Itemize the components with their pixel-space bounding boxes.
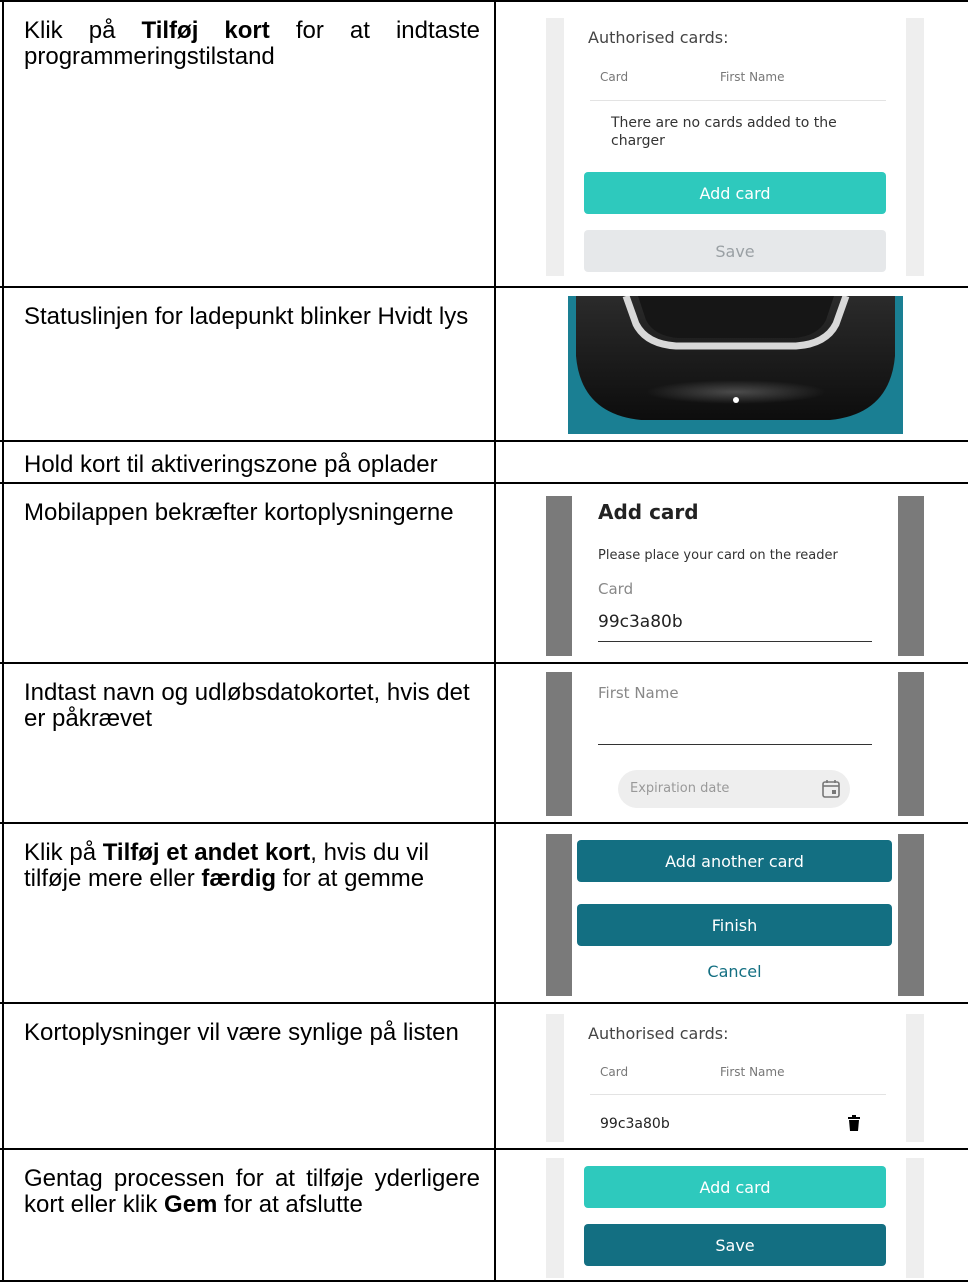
trash-icon[interactable] xyxy=(848,1115,860,1136)
cancel-button[interactable]: Cancel xyxy=(577,962,892,981)
dialog-instruction: Please place your card on the reader xyxy=(598,548,838,563)
divider xyxy=(590,100,886,101)
authorised-cards-heading: Authorised cards: xyxy=(588,28,729,47)
expiration-date-placeholder: Expiration date xyxy=(630,781,730,796)
table-row: Klik på Tilføj et andet kort, hvis du vi… xyxy=(0,822,968,1002)
empty-message: There are no cards added to the charger xyxy=(611,115,837,149)
table-row: Klik på Tilføj kort for at indtaste prog… xyxy=(0,0,968,286)
expiration-date-field[interactable]: Expiration date xyxy=(618,770,850,808)
column-card: Card xyxy=(600,1065,629,1079)
column-first-name: First Name xyxy=(720,1065,785,1079)
table-row: Indtast navn og udløbsdatokortet, hvis d… xyxy=(0,662,968,822)
table-row: Statuslinjen for ladepunkt blinker Hvidt… xyxy=(0,286,968,440)
divider xyxy=(590,1094,886,1095)
column-card: Card xyxy=(600,70,629,84)
finish-button[interactable]: Finish xyxy=(577,904,892,946)
step-text: Kortoplysninger vil være synlige på list… xyxy=(24,1019,459,1046)
card-field-value[interactable]: 99c3a80b xyxy=(598,612,683,632)
first-name-field[interactable]: First Name xyxy=(598,684,679,702)
step-text: Mobilappen bekræfter kortoplysningerne xyxy=(24,499,454,526)
save-button[interactable]: Save xyxy=(584,1224,886,1266)
instruction-table: Klik på Tilføj kort for at indtaste prog… xyxy=(0,0,968,1282)
authorised-cards-heading: Authorised cards: xyxy=(588,1024,729,1043)
table-row: Kortoplysninger vil være synlige på list… xyxy=(0,1002,968,1148)
save-button[interactable]: Save xyxy=(584,230,886,272)
step-text: Klik på Tilføj et andet kort, hvis du vi… xyxy=(24,839,429,892)
column-first-name: First Name xyxy=(720,70,785,84)
charger-image xyxy=(576,296,895,420)
add-another-card-button[interactable]: Add another card xyxy=(577,840,892,882)
step-text: Klik på Tilføj kort for at indtaste prog… xyxy=(24,17,481,70)
card-list-item: 99c3a80b xyxy=(600,1116,670,1132)
calendar-icon[interactable] xyxy=(822,779,840,803)
add-card-button[interactable]: Add card xyxy=(584,172,886,214)
step-text: Hold kort til aktiveringszone på oplader xyxy=(24,451,438,478)
card-field-label: Card xyxy=(598,580,634,598)
dialog-title: Add card xyxy=(598,500,699,524)
table-row: Mobilappen bekræfter kortoplysningerne A… xyxy=(0,482,968,662)
step-text: Indtast navn og udløbsdatokortet, hvis d… xyxy=(24,679,470,732)
status-light xyxy=(733,397,739,403)
step-text: Statuslinjen for ladepunkt blinker Hvidt… xyxy=(24,303,469,330)
card-field-underline xyxy=(598,641,872,642)
table-row: Hold kort til aktiveringszone på oplader xyxy=(0,440,968,482)
first-name-underline xyxy=(598,744,872,745)
charger-photo xyxy=(568,296,903,434)
step-text: Gentag processen for at tilføje yderlige… xyxy=(24,1165,480,1218)
add-card-button[interactable]: Add card xyxy=(584,1166,886,1208)
table-row: Gentag processen for at tilføje yderlige… xyxy=(0,1148,968,1282)
